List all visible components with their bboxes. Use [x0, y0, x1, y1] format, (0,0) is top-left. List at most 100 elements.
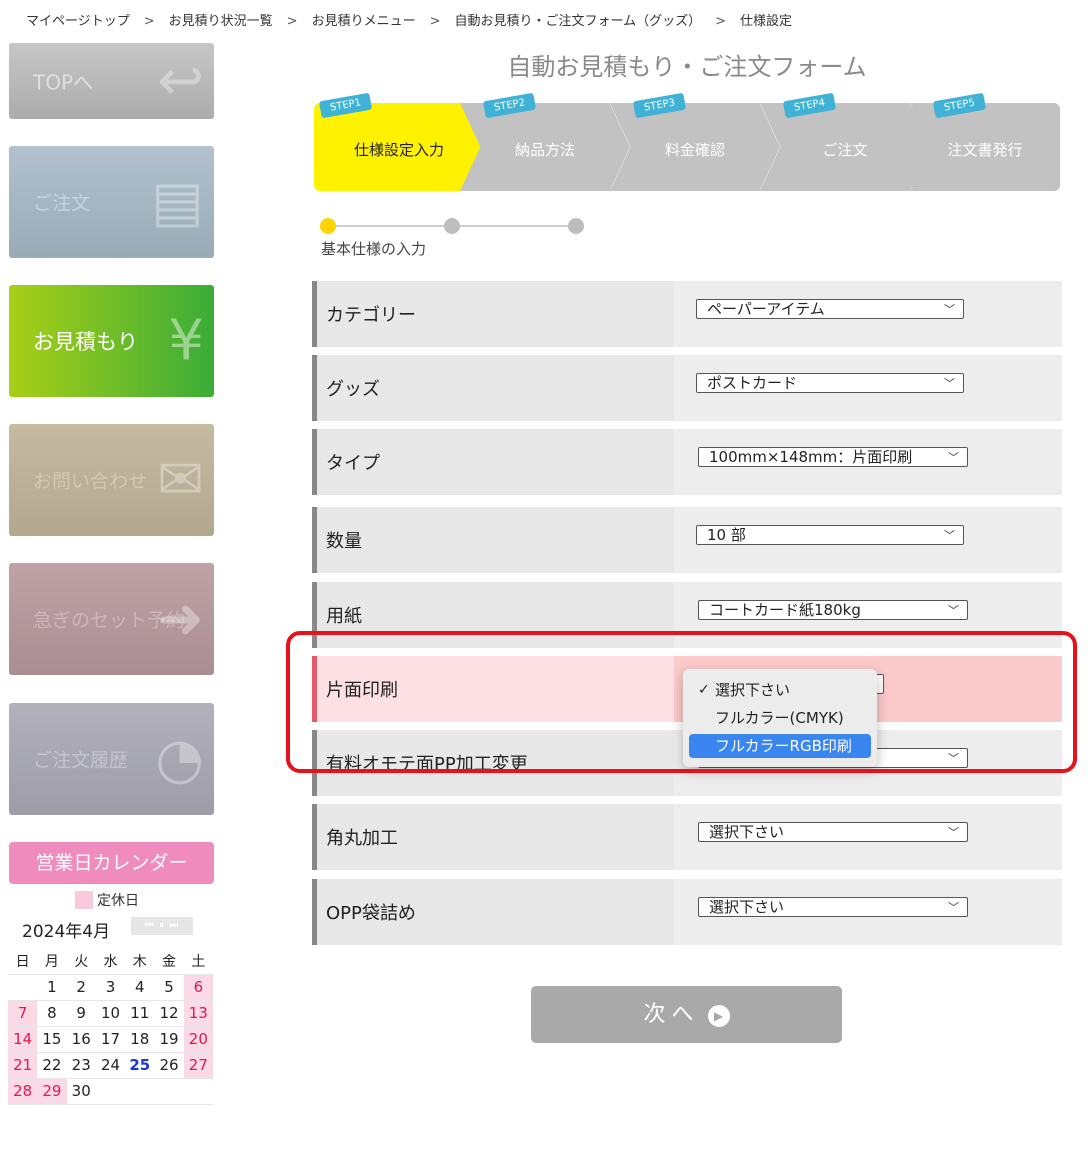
type-select[interactable]: 100mm×148mm：片面印刷 ﹀ — [698, 447, 968, 467]
calendar-nav-buttons[interactable]: ⏮ ⏸ ⏭ — [131, 917, 193, 935]
calendar-day: 18 — [130, 1030, 150, 1048]
weekday-label: 火 — [74, 953, 89, 970]
breadcrumb-auto-form[interactable]: 自動お見積り・ご注文フォーム（グッズ） — [455, 14, 702, 29]
page-title: 自動お見積もり・ご注文フォーム — [507, 53, 867, 81]
row-value-cell: 10 部 ﹀ — [674, 507, 1062, 573]
chevron-down-icon: ﹀ — [948, 604, 959, 617]
sidebar-contact-button[interactable]: お問い合わせ ✉ — [9, 424, 214, 536]
sidebar-order-label: ご注文 — [33, 192, 91, 215]
step-5-label: 注文書発行 — [947, 141, 1023, 159]
calendar-day: 1 — [47, 978, 57, 996]
round-corner-select[interactable]: 選択下さい ﹀ — [698, 822, 968, 842]
breadcrumb-mypage[interactable]: マイページトップ — [26, 14, 130, 29]
calendar-day — [125, 1078, 154, 1104]
checkmark-icon: ✓ — [698, 682, 710, 698]
calendar-day: 5 — [164, 978, 174, 996]
yen-arrow-icon: ¥ — [168, 308, 204, 374]
calendar-day: 17 — [100, 1030, 121, 1048]
next-button[interactable]: 次へ ▶ — [531, 986, 842, 1043]
dropdown-option-select[interactable]: ✓ 選択下さい — [689, 678, 871, 702]
calendar-day: 22 — [42, 1056, 62, 1074]
sidebar-estimate-button[interactable]: お見積もり ¥ — [9, 285, 214, 397]
goods-label: グッズ — [326, 379, 380, 400]
opp-bag-select[interactable]: 選択下さい ﹀ — [698, 897, 968, 917]
row-round-corner: 角丸加工 選択下さい ﹀ — [312, 804, 1062, 870]
single-side-print-label: 片面印刷 — [326, 680, 398, 701]
next-button-label: 次へ — [643, 1002, 700, 1027]
calendar-day: 26 — [159, 1056, 179, 1074]
dropdown-option-rgb[interactable]: フルカラーRGB印刷 — [689, 734, 871, 758]
chevron-down-icon: ﹀ — [948, 451, 959, 464]
calendar-week-row: 7 8 9 10 11 12 13 — [8, 1000, 213, 1026]
calendar-day: 20 — [183, 1026, 213, 1052]
type-value: 100mm×148mm：片面印刷 — [709, 448, 913, 466]
category-select[interactable]: ペーパーアイテム ﹀ — [696, 299, 964, 319]
weekday-label: 土 — [191, 953, 206, 970]
breadcrumb-estimate-list[interactable]: お見積り状況一覧 — [169, 14, 273, 29]
holiday-swatch — [75, 891, 93, 909]
calendar-day: 9 — [76, 1004, 86, 1022]
breadcrumb-estimate-menu[interactable]: お見積りメニュー — [312, 14, 416, 29]
progress-dot-active — [320, 218, 336, 234]
step-1: 仕様設定入力 — [314, 103, 484, 191]
sidebar-estimate-label: お見積もり — [33, 330, 138, 354]
sidebar-history-button[interactable]: ご注文履歴 ◔ — [9, 703, 214, 815]
step-indicator: 仕様設定入力 納品方法 料金確認 ご注文 注文書発行 STEP1 STEP2 S… — [314, 92, 1060, 191]
calendar-day: 24 — [100, 1056, 121, 1074]
sidebar-order-button[interactable]: ご注文 ▤ — [9, 146, 214, 258]
quantity-select[interactable]: 10 部 ﹀ — [696, 525, 964, 545]
chevron-down-icon: ﹀ — [948, 752, 959, 765]
round-corner-value: 選択下さい — [709, 823, 785, 841]
breadcrumb-separator: > — [286, 14, 298, 29]
row-category: カテゴリー ペーパーアイテム ﹀ — [312, 281, 1062, 347]
calendar-day: 25 — [129, 1056, 151, 1074]
calendar-legend-label: 定休日 — [97, 893, 139, 909]
sidebar-rush-button[interactable]: 急ぎのセット予約 ➜ — [9, 563, 214, 675]
calendar-day: 30 — [71, 1082, 91, 1100]
calendar-weekday-row: 日 月 火 水 木 金 土 — [8, 948, 213, 974]
opp-bag-label: OPP袋詰め — [326, 903, 416, 924]
step-4-label: ご注文 — [822, 141, 868, 159]
calendar-day: 23 — [71, 1056, 91, 1074]
calendar-day: 8 — [47, 1004, 57, 1022]
calendar-day: 7 — [8, 1000, 38, 1026]
chevron-down-icon: ﹀ — [948, 826, 959, 839]
sidebar-top-button[interactable]: TOPへ ↩ — [9, 43, 214, 119]
step-3-label: 料金確認 — [664, 141, 725, 159]
calendar-month: 2024年4月 — [22, 922, 111, 942]
clock-icon: ◔ — [155, 726, 204, 792]
envelope-icon: ✉ — [157, 447, 204, 513]
calendar-grid: 日 月 火 水 木 金 土 1 2 3 4 5 6 7 8 9 10 11 12… — [8, 948, 213, 1105]
calendar-day: 19 — [159, 1030, 179, 1048]
weekday-label: 日 — [15, 953, 30, 970]
sidebar-history-label: ご注文履歴 — [33, 749, 129, 772]
calendar-day: 28 — [8, 1078, 38, 1104]
calendar-day: 12 — [159, 1004, 179, 1022]
dropdown-option-cmyk[interactable]: フルカラー(CMYK) — [689, 706, 871, 730]
arrow-right-icon: ➜ — [157, 586, 204, 652]
paper-select[interactable]: コートカード紙180kg ﹀ — [698, 600, 968, 620]
dropdown-option-label: フルカラーRGB印刷 — [715, 737, 852, 755]
weekday-label: 木 — [132, 953, 147, 970]
calendar-day: 10 — [100, 1004, 121, 1022]
row-value-cell: 選択下さい ﹀ — [674, 879, 1062, 945]
row-value-cell: ペーパーアイテム ﹀ — [674, 281, 1062, 347]
round-corner-label: 角丸加工 — [326, 828, 398, 849]
calendar-day: 2 — [76, 978, 86, 996]
breadcrumb: マイページトップ > お見積り状況一覧 > お見積りメニュー > 自動お見積り・ご注文フォー… — [26, 10, 792, 29]
paper-label: 用紙 — [326, 606, 362, 627]
play-icon: ▶ — [707, 1005, 730, 1027]
calendar-day: 16 — [71, 1030, 91, 1048]
step-1-label: 仕様設定入力 — [353, 141, 444, 159]
chevron-down-icon: ﹀ — [944, 303, 955, 316]
calendar-title: 営業日カレンダー — [9, 842, 214, 884]
goods-select[interactable]: ポストカード ﹀ — [696, 373, 964, 393]
paper-value: コートカード紙180kg — [709, 601, 861, 619]
quantity-label: 数量 — [326, 531, 362, 552]
dropdown-option-label: 選択下さい — [715, 681, 791, 699]
calendar-day: 27 — [183, 1052, 213, 1078]
progress-label: 基本仕様の入力 — [321, 240, 427, 258]
calendar-day — [96, 1078, 125, 1104]
calendar-day: 6 — [183, 974, 213, 1000]
calendar-day: 4 — [134, 978, 145, 996]
